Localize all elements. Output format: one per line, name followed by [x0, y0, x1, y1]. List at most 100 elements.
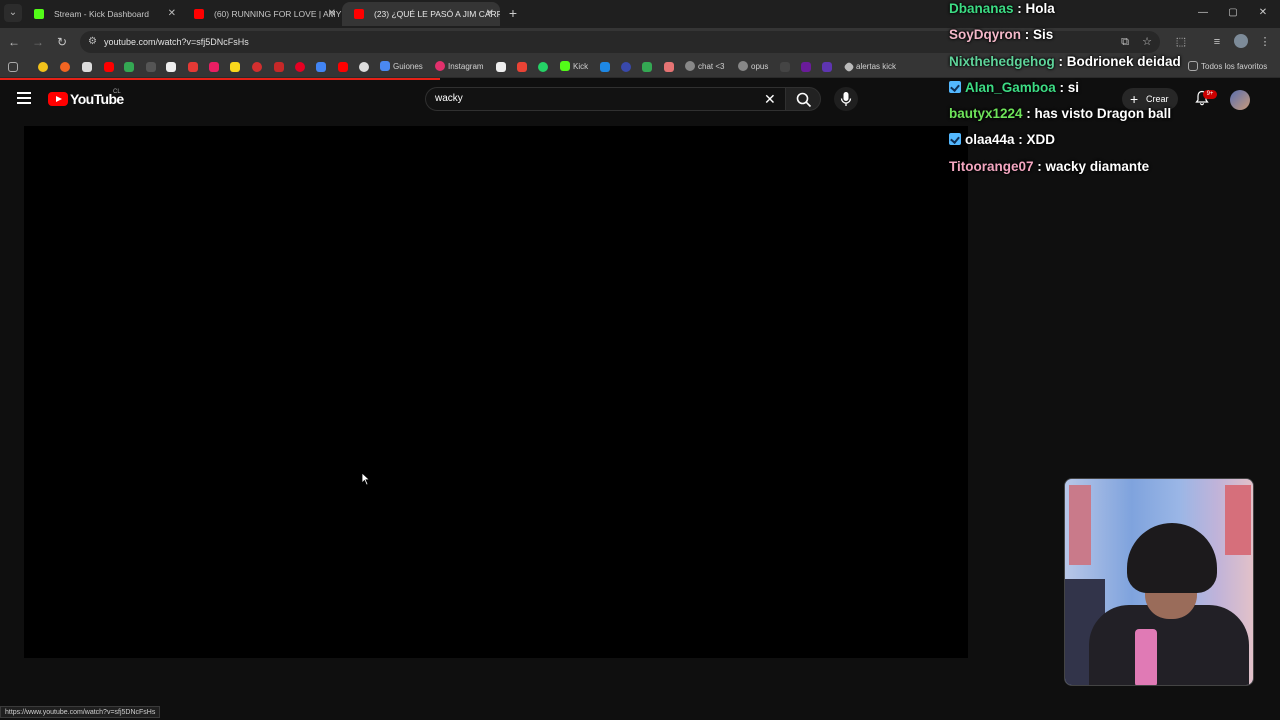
pinterest-bookmark-icon[interactable] — [295, 62, 305, 72]
tab-title: Stream - Kick Dashboard — [54, 9, 149, 19]
mouse-cursor-icon — [361, 472, 371, 486]
bookmark-icon[interactable] — [38, 62, 48, 72]
bookmark-label: chat <3 — [698, 62, 725, 71]
all-bookmarks-folder[interactable]: Todos los favoritos — [1188, 60, 1267, 74]
bookmark-icon[interactable] — [600, 62, 610, 72]
close-window-icon[interactable]: ✕ — [1256, 6, 1270, 20]
instagram-icon — [435, 61, 445, 71]
bookmark-icon[interactable] — [146, 62, 156, 72]
chat-message: SoyDqyron : Sis — [949, 27, 1053, 42]
tab-running-for-love[interactable]: (60) RUNNING FOR LOVE | AMY ✕ — [182, 2, 342, 26]
chat-message: Alan_Gamboa : si — [949, 80, 1079, 95]
globe-icon — [738, 61, 748, 71]
site-info-icon[interactable]: ⚙ — [88, 36, 100, 48]
bookmark-alertas-kick[interactable]: alertas kick — [843, 60, 896, 74]
youtube-favicon-icon — [194, 9, 204, 19]
media-control-icon[interactable]: ≡ — [1210, 35, 1224, 49]
voice-search-button[interactable] — [834, 87, 858, 111]
clear-search-icon[interactable]: ✕ — [764, 88, 776, 110]
bookmark-opus[interactable]: opus — [738, 60, 768, 74]
chat-username: Titoorange07 — [949, 159, 1034, 174]
apps-icon[interactable] — [8, 62, 18, 72]
bookmark-icon[interactable] — [621, 62, 631, 72]
create-label: Crear — [1146, 94, 1169, 104]
maximize-icon[interactable]: ▢ — [1226, 6, 1240, 20]
drive-bookmark-icon[interactable] — [642, 62, 652, 72]
tiktok-bookmark-icon[interactable] — [496, 62, 506, 72]
bookmark-icon[interactable] — [780, 62, 790, 72]
menu-icon[interactable] — [17, 92, 31, 104]
bookmark-icon[interactable] — [124, 62, 134, 72]
youtube-bookmark-icon[interactable] — [104, 62, 114, 72]
chat-separator: : — [1013, 1, 1026, 16]
bookmark-icon[interactable] — [166, 62, 176, 72]
chat-separator: : — [1022, 106, 1035, 121]
bookmark-icon[interactable] — [209, 62, 219, 72]
chat-message: bautyx1224 : has visto Dragon ball — [949, 106, 1171, 121]
tab-close-icon[interactable]: ✕ — [486, 2, 494, 26]
youtube-logo-icon[interactable] — [48, 92, 68, 106]
tab-jim-carrey[interactable]: (23) ¿QUÉ LE PASÓ A JIM CARR ✕ — [342, 2, 500, 26]
minimize-icon[interactable]: — — [1196, 6, 1210, 20]
reload-icon[interactable]: ↻ — [54, 34, 70, 50]
bookmark-icon[interactable] — [822, 62, 832, 72]
url-text[interactable]: youtube.com/watch?v=sfj5DNcFsHs — [104, 31, 249, 53]
bookmark-instagram[interactable]: Instagram — [435, 60, 484, 74]
bookmark-icon[interactable] — [664, 62, 674, 72]
chat-text: si — [1067, 80, 1080, 95]
search-button[interactable] — [785, 87, 821, 111]
extensions-icon[interactable]: ⬚ — [1174, 35, 1188, 49]
bookmark-chat[interactable]: chat <3 — [685, 60, 724, 74]
tab-close-icon[interactable]: ✕ — [328, 2, 336, 26]
bookmark-icon[interactable] — [230, 62, 240, 72]
streamer-webcam — [1064, 478, 1254, 686]
microphone-icon — [840, 92, 852, 106]
microphone — [1135, 629, 1157, 685]
wall-poster — [1069, 485, 1091, 565]
video-player[interactable] — [24, 126, 968, 658]
chat-message: Nixthehedgehog : Bodrionek deidad — [949, 54, 1181, 69]
bookmark-guiones[interactable]: Guiones — [380, 60, 423, 74]
bookmark-kick[interactable]: Kick — [560, 60, 588, 74]
diamond-icon — [843, 61, 855, 73]
bookmark-icon[interactable] — [801, 62, 811, 72]
bookmark-icon[interactable] — [188, 62, 198, 72]
search-query[interactable]: wacky — [435, 88, 463, 110]
bookmark-icon[interactable] — [316, 62, 326, 72]
notifications-badge: 9+ — [1203, 90, 1217, 99]
forward-icon[interactable]: → — [30, 34, 46, 50]
gmail-bookmark-icon[interactable] — [517, 62, 527, 72]
bookmark-star-icon[interactable]: ☆ — [1140, 35, 1154, 49]
bookmark-label: Kick — [573, 62, 589, 71]
search-input[interactable]: wacky ✕ — [425, 87, 785, 111]
chat-username: bautyx1224 — [949, 106, 1023, 121]
chat-text: XDD — [1026, 132, 1056, 147]
globe-icon — [685, 61, 695, 71]
new-tab-button[interactable]: + — [505, 4, 521, 22]
browser-menu-icon[interactable]: ⋮ — [1258, 35, 1272, 49]
youtube-bookmark-icon[interactable] — [338, 62, 348, 72]
bookmark-icon[interactable] — [359, 62, 369, 72]
tab-close-icon[interactable]: ✕ — [168, 2, 176, 26]
back-icon[interactable]: ← — [6, 34, 22, 50]
browser-profile-avatar[interactable] — [1234, 34, 1248, 48]
tab-kick-dashboard[interactable]: Stream - Kick Dashboard ✕ — [22, 2, 182, 26]
chat-text: Hola — [1025, 1, 1055, 16]
bookmark-icon[interactable] — [60, 62, 70, 72]
bookmark-label: Todos los favoritos — [1201, 62, 1268, 71]
chat-username: Nixthehedgehog — [949, 54, 1055, 69]
bookmark-label: Instagram — [448, 62, 484, 71]
bookmark-icon[interactable] — [274, 62, 284, 72]
chat-username: Alan_Gamboa — [965, 80, 1056, 95]
bookmark-icon[interactable] — [252, 62, 262, 72]
install-app-icon[interactable]: ⧉ — [1118, 35, 1132, 49]
kick-favicon-icon — [34, 9, 44, 19]
whatsapp-bookmark-icon[interactable] — [538, 62, 548, 72]
youtube-favicon-icon — [354, 9, 364, 19]
tab-search-button[interactable]: ⌄ — [4, 4, 22, 22]
bookmark-label: opus — [751, 62, 769, 71]
bookmark-icon[interactable] — [82, 62, 92, 72]
chat-message: Titoorange07 : wacky diamante — [949, 159, 1149, 174]
account-avatar[interactable] — [1230, 90, 1250, 110]
search-icon — [796, 92, 812, 108]
